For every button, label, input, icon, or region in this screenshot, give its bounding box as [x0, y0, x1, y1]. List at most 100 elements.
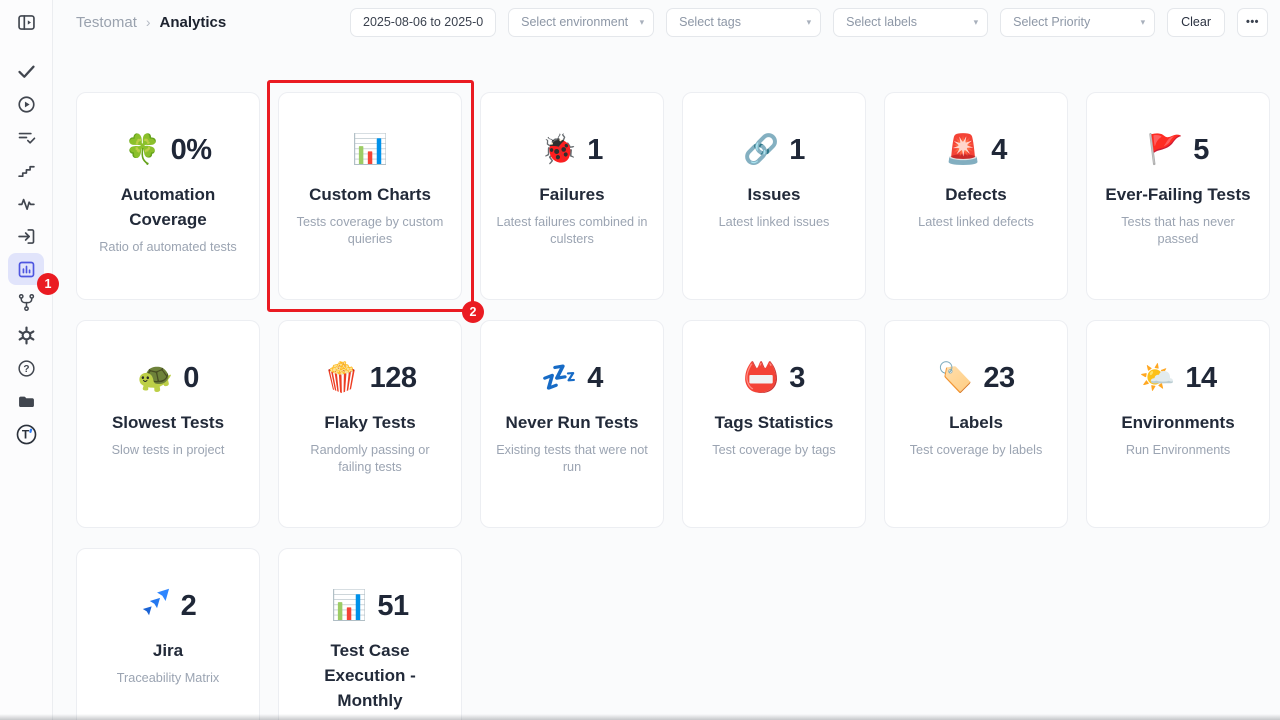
priority-select-placeholder: Select Priority: [1013, 15, 1090, 29]
jira-logo-icon: [140, 588, 171, 619]
card-header: 💤 4: [495, 358, 649, 398]
analytics-card[interactable]: 📊 Custom Charts Tests coverage by custom…: [278, 92, 462, 300]
card-value: 1: [587, 134, 603, 167]
import-icon: [16, 226, 37, 247]
zzz-emoji: 💤: [541, 364, 577, 393]
analytics-card[interactable]: 🐞 1 Failures Latest failures combined in…: [480, 92, 664, 300]
sidebar-item-pulse[interactable]: [8, 187, 44, 219]
analytics-card[interactable]: 🚩 5 Ever-Failing Tests Tests that has ne…: [1086, 92, 1270, 300]
card-value: 0: [183, 362, 199, 395]
analytics-card[interactable]: 🍿 128 Flaky Tests Randomly passing or fa…: [278, 320, 462, 528]
card-description: Existing tests that were not run: [495, 442, 649, 476]
card-description: Test coverage by tags: [697, 442, 851, 459]
card-title: Failures: [495, 182, 649, 207]
priority-select[interactable]: Select Priority ▾: [1000, 8, 1155, 37]
main-content: Testomat › Analytics 2025-08-06 to 2025-…: [53, 0, 1280, 720]
card-header: 🍀 0%: [91, 130, 245, 170]
annotation-step-2-badge: 2: [462, 301, 484, 323]
check-icon: [16, 61, 37, 82]
clover-emoji: 🍀: [124, 136, 160, 165]
analytics-card[interactable]: 🍀 0% Automation Coverage Ratio of automa…: [76, 92, 260, 300]
analytics-card[interactable]: 🐢 0 Slowest Tests Slow tests in project: [76, 320, 260, 528]
card-title: Never Run Tests: [495, 410, 649, 435]
labels-select-placeholder: Select labels: [846, 15, 917, 29]
card-description: Tests that has never passed: [1101, 214, 1255, 248]
gear-icon: [16, 325, 37, 346]
labels-select[interactable]: Select labels ▾: [833, 8, 988, 37]
sidebar-item-logo[interactable]: T: [8, 418, 44, 450]
panel-toggle-icon: [16, 12, 37, 33]
more-options-button[interactable]: •••: [1237, 8, 1268, 37]
page-title: Analytics: [160, 14, 227, 31]
breadcrumb: Testomat › Analytics: [76, 14, 226, 31]
annotation-step-1-badge: 1: [37, 273, 59, 295]
tags-select[interactable]: Select tags ▾: [666, 8, 821, 37]
analytics-card[interactable]: 2 Jira Traceability Matrix: [76, 548, 260, 720]
svg-text:T: T: [21, 427, 29, 441]
sun-cloud-emoji: 🌤️: [1139, 364, 1175, 393]
sidebar-item-panel-toggle[interactable]: [8, 6, 44, 38]
steps-icon: [16, 160, 37, 181]
sidebar-item-settings[interactable]: [8, 319, 44, 351]
card-header: 🚩 5: [1101, 130, 1255, 170]
card-header: 🔗 1: [697, 130, 851, 170]
link-emoji: 🔗: [743, 136, 779, 165]
analytics-card[interactable]: 💤 4 Never Run Tests Existing tests that …: [480, 320, 664, 528]
help-icon: ?: [16, 358, 37, 379]
card-description: Traceability Matrix: [91, 670, 245, 687]
clear-filters-button[interactable]: Clear: [1167, 8, 1225, 37]
red-flag-emoji: 🚩: [1147, 136, 1183, 165]
branch-icon: [16, 292, 37, 313]
card-header: 📊 51: [293, 586, 447, 626]
analytics-card[interactable]: 📛 3 Tags Statistics Test coverage by tag…: [682, 320, 866, 528]
card-title: Automation Coverage: [91, 182, 245, 232]
folder-icon: [16, 391, 37, 412]
topbar: Testomat › Analytics 2025-08-06 to 2025-…: [76, 0, 1268, 44]
card-value: 1: [789, 134, 805, 167]
card-title: Test Case Execution - Monthly: [293, 638, 447, 713]
rotating-light-emoji: 🚨: [945, 136, 981, 165]
tags-select-placeholder: Select tags: [679, 15, 741, 29]
chevron-down-icon: ▾: [1141, 17, 1146, 28]
card-header: 🍿 128: [293, 358, 447, 398]
card-description: Run Environments: [1101, 442, 1255, 459]
card-value: 4: [587, 362, 603, 395]
card-value: 23: [983, 362, 1014, 395]
popcorn-emoji: 🍿: [324, 364, 360, 393]
card-value: 5: [1193, 134, 1209, 167]
analytics-card[interactable]: 📊 51 Test Case Execution - Monthly: [278, 548, 462, 720]
sidebar-item-plans[interactable]: [8, 121, 44, 153]
card-header: 🚨 4: [899, 130, 1053, 170]
card-description: Ratio of automated tests: [91, 239, 245, 256]
card-header: 🐢 0: [91, 358, 245, 398]
card-value: 128: [370, 362, 417, 395]
turtle-emoji: 🐢: [137, 364, 173, 393]
sidebar-item-import[interactable]: [8, 220, 44, 252]
breadcrumb-project-link[interactable]: Testomat: [76, 14, 137, 31]
card-header: 📛 3: [697, 358, 851, 398]
sidebar-item-help[interactable]: ?: [8, 352, 44, 384]
sidebar-item-steps[interactable]: [8, 154, 44, 186]
date-range-input[interactable]: 2025-08-06 to 2025-0: [350, 8, 496, 37]
card-description: Latest linked defects: [899, 214, 1053, 231]
sidebar-item-runs[interactable]: [8, 88, 44, 120]
analytics-card[interactable]: 🔗 1 Issues Latest linked issues: [682, 92, 866, 300]
card-description: Test coverage by labels: [899, 442, 1053, 459]
analytics-card[interactable]: 🚨 4 Defects Latest linked defects: [884, 92, 1068, 300]
play-circle-icon: [16, 94, 37, 115]
sidebar-item-tests[interactable]: [8, 55, 44, 87]
analytics-cards-grid: 🍀 0% Automation Coverage Ratio of automa…: [76, 92, 1268, 720]
card-title: Slowest Tests: [91, 410, 245, 435]
pulse-icon: [16, 193, 37, 214]
ladybug-emoji: 🐞: [541, 136, 577, 165]
environment-select-placeholder: Select environment: [521, 15, 628, 29]
testomat-logo-icon: T: [15, 423, 38, 446]
card-description: Randomly passing or failing tests: [293, 442, 447, 476]
analytics-card[interactable]: 🏷️ 23 Labels Test coverage by labels: [884, 320, 1068, 528]
bar-chart-emoji: 📊: [331, 592, 367, 621]
environment-select[interactable]: Select environment ▾: [508, 8, 654, 37]
card-description: Latest linked issues: [697, 214, 851, 231]
analytics-card[interactable]: 🌤️ 14 Environments Run Environments: [1086, 320, 1270, 528]
sidebar-item-projects[interactable]: [8, 385, 44, 417]
svg-text:?: ?: [23, 364, 29, 375]
